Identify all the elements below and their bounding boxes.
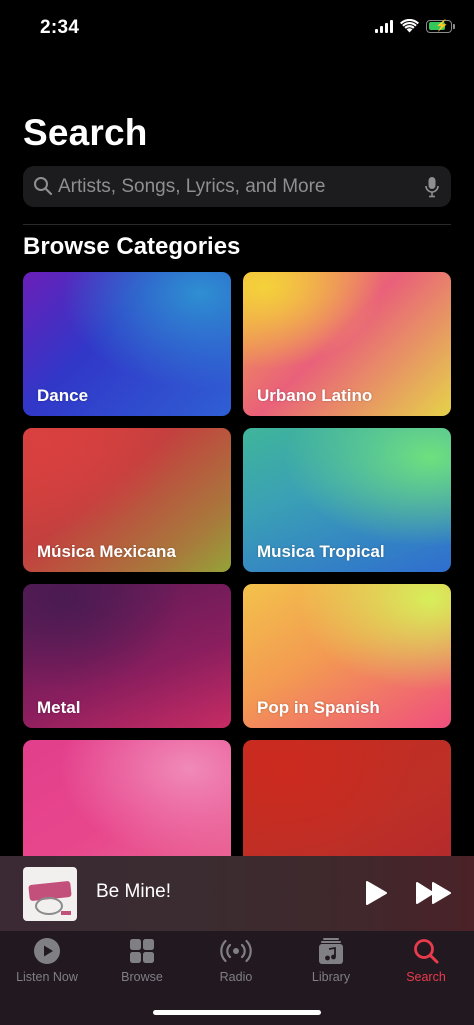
- tab-label: Radio: [219, 970, 253, 984]
- category-label: Dance: [37, 386, 89, 405]
- home-indicator[interactable]: [153, 1010, 321, 1015]
- category-tile-urbano-latino[interactable]: Urbano Latino: [243, 272, 451, 416]
- tab-library[interactable]: Library: [286, 937, 376, 984]
- music-library-icon: [319, 938, 343, 964]
- wifi-icon: [400, 19, 419, 33]
- category-label: Música Mexicana: [37, 542, 176, 561]
- tab-label: Library: [311, 970, 351, 984]
- now-playing-bar[interactable]: Be Mine!: [0, 856, 474, 931]
- page-title: Search: [23, 112, 148, 153]
- tab-label: Browse: [121, 970, 163, 984]
- category-tile-metal[interactable]: Metal: [23, 584, 231, 728]
- album-artwork: [23, 867, 77, 921]
- browse-categories-title: Browse Categories: [23, 233, 241, 260]
- tab-radio[interactable]: Radio: [191, 937, 281, 984]
- cellular-signal-icon: [375, 19, 393, 33]
- play-circle-icon: [34, 938, 60, 964]
- broadcast-icon: [220, 939, 252, 963]
- grid-icon: [130, 939, 154, 963]
- category-label: Pop in Spanish: [257, 698, 380, 717]
- tab-label: Search: [406, 970, 446, 984]
- status-time: 2:34: [40, 17, 80, 38]
- forward-icon[interactable]: [415, 880, 453, 906]
- category-label: Urbano Latino: [257, 386, 373, 405]
- tab-browse[interactable]: Browse: [97, 937, 187, 984]
- category-label: Musica Tropical: [257, 542, 385, 561]
- search-input[interactable]: [57, 166, 428, 207]
- search-icon: [414, 939, 439, 964]
- status-bar: 2:34 ⚡: [0, 0, 474, 56]
- microphone-icon[interactable]: [424, 176, 440, 198]
- now-playing-title: Be Mine!: [96, 881, 171, 902]
- tab-listen-now[interactable]: Listen Now: [2, 937, 92, 984]
- tab-search[interactable]: Search: [381, 937, 471, 984]
- magnifying-glass-icon: [34, 177, 53, 196]
- category-tile-musica-mexicana[interactable]: Música Mexicana: [23, 428, 231, 572]
- tab-label: Listen Now: [16, 970, 78, 984]
- category-tile-dance[interactable]: Dance: [23, 272, 231, 416]
- play-icon[interactable]: [364, 880, 388, 906]
- category-tile-musica-tropical[interactable]: Musica Tropical: [243, 428, 451, 572]
- search-bar[interactable]: [23, 166, 451, 207]
- divider: [23, 224, 451, 225]
- category-tile-pop-in-spanish[interactable]: Pop in Spanish: [243, 584, 451, 728]
- status-icons: ⚡: [375, 19, 455, 33]
- battery-charging-icon: ⚡: [426, 19, 455, 33]
- category-label: Metal: [37, 698, 81, 717]
